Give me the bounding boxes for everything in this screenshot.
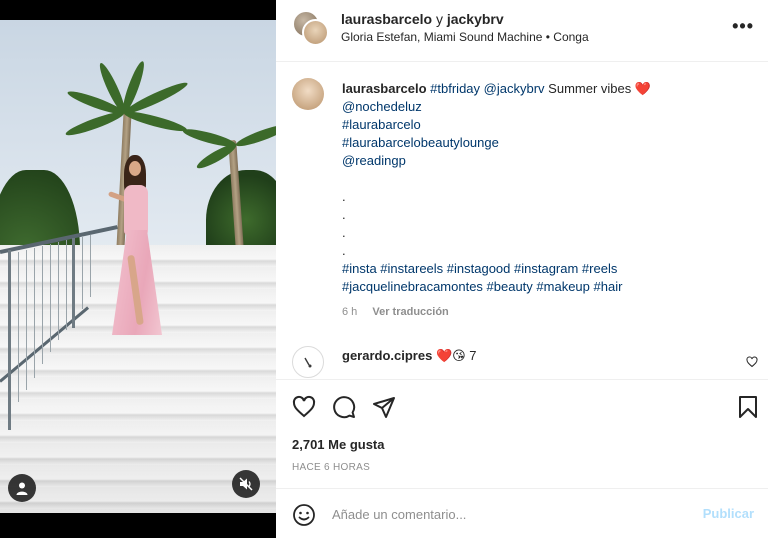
post-authors: laurasbarcelo y jackybrv xyxy=(341,11,504,27)
post-actions: 2,701 Me gusta HACE 6 HORAS xyxy=(276,381,768,489)
mention-link[interactable]: @readingp xyxy=(342,153,406,168)
rail-baluster xyxy=(66,240,67,330)
hashtag-link[interactable]: #laurabarcelo xyxy=(342,117,421,132)
caption-dot: . xyxy=(342,243,346,258)
instagram-post-modal: laurasbarcelo y jackybrv Gloria Estefan,… xyxy=(0,0,768,538)
post-header: laurasbarcelo y jackybrv Gloria Estefan,… xyxy=(276,0,768,62)
bookmark-icon[interactable] xyxy=(737,395,759,419)
mention-link[interactable]: @nochedeluz xyxy=(342,99,422,114)
add-comment-bar: Publicar xyxy=(276,490,768,538)
rail-baluster xyxy=(82,237,83,309)
tagged-users-button[interactable] xyxy=(8,474,36,502)
mute-button[interactable] xyxy=(232,470,260,498)
caption-dot: . xyxy=(342,225,346,240)
avatar[interactable] xyxy=(302,19,329,46)
caption-dot: . xyxy=(342,189,346,204)
publish-button[interactable]: Publicar xyxy=(703,506,754,521)
author-link[interactable]: jackybrv xyxy=(447,11,504,27)
hashtags-line[interactable]: #jacquelinebracamontes #beauty #makeup #… xyxy=(342,278,752,296)
commenter-avatar-icon xyxy=(304,357,312,368)
post-caption: laurasbarcelo #tbfriday @jackybrv Summer… xyxy=(342,80,752,296)
post-timestamp: HACE 6 HORAS xyxy=(292,462,371,473)
rail-baluster xyxy=(42,246,43,364)
rail-baluster xyxy=(58,242,59,340)
heart-icon[interactable] xyxy=(746,356,758,368)
smiley-icon[interactable] xyxy=(292,503,316,527)
author-link[interactable]: laurasbarcelo xyxy=(341,11,432,27)
rail-baluster xyxy=(90,235,91,297)
mention-link[interactable]: @jackybrv xyxy=(484,81,545,96)
comment-text: ❤️😘 7 xyxy=(435,348,477,363)
caption-and-comments: laurasbarcelo #tbfriday @jackybrv Summer… xyxy=(276,62,768,380)
translate-button[interactable]: Ver traducción xyxy=(372,306,448,318)
hashtags-line[interactable]: #insta #instareels #instagood #instagram… xyxy=(342,260,752,278)
speaker-muted-icon xyxy=(239,477,253,491)
hashtag-link[interactable]: #laurabarcelobeautylounge xyxy=(342,135,499,150)
rail-post xyxy=(8,250,11,430)
hashtag-link[interactable]: #tbfriday xyxy=(430,81,480,96)
comment-input[interactable] xyxy=(332,504,672,524)
rail-baluster xyxy=(50,244,51,352)
post-details-panel: laurasbarcelo y jackybrv Gloria Estefan,… xyxy=(276,0,768,538)
collab-avatars[interactable] xyxy=(292,10,332,48)
post-media[interactable] xyxy=(0,0,276,538)
caption-dot: . xyxy=(342,207,346,222)
comment: gerardo.cipres ❤️😘 7 xyxy=(292,346,758,378)
dress-top xyxy=(124,185,148,235)
rail-baluster xyxy=(26,250,27,390)
comment-icon[interactable] xyxy=(332,395,356,419)
comment-username[interactable]: gerardo.cipres xyxy=(342,348,432,363)
reel-video-frame[interactable] xyxy=(0,20,276,513)
caption-text: Summer vibes xyxy=(548,81,632,96)
audio-track-link[interactable]: Gloria Estefan, Miami Sound Machine • Co… xyxy=(341,30,589,44)
rail-baluster xyxy=(18,252,19,402)
paper-plane-icon[interactable] xyxy=(372,395,396,419)
comment-body: gerardo.cipres ❤️😘 7 xyxy=(342,348,477,364)
caption-username[interactable]: laurasbarcelo xyxy=(342,81,427,96)
railing xyxy=(0,210,118,430)
avatar[interactable] xyxy=(292,78,324,110)
rail-bottom xyxy=(0,306,90,383)
palm-frond xyxy=(122,108,189,135)
caption-time: 6 h xyxy=(342,306,358,318)
person-icon xyxy=(16,482,28,495)
more-options-button[interactable]: ••• xyxy=(732,16,754,37)
heart-icon[interactable] xyxy=(292,395,316,419)
woman-in-pink-dress xyxy=(94,155,174,345)
authors-connector: y xyxy=(435,11,443,27)
likes-count[interactable]: 2,701 Me gusta xyxy=(292,437,385,452)
avatar[interactable] xyxy=(292,346,324,378)
rail-baluster xyxy=(34,248,35,378)
palm-frond xyxy=(64,108,126,139)
heart-emoji: ❤️ xyxy=(634,81,652,96)
palm-frond xyxy=(234,121,276,150)
caption-meta: 6 h Ver traducción xyxy=(342,306,449,318)
rail-post xyxy=(72,238,75,328)
face xyxy=(129,161,141,176)
